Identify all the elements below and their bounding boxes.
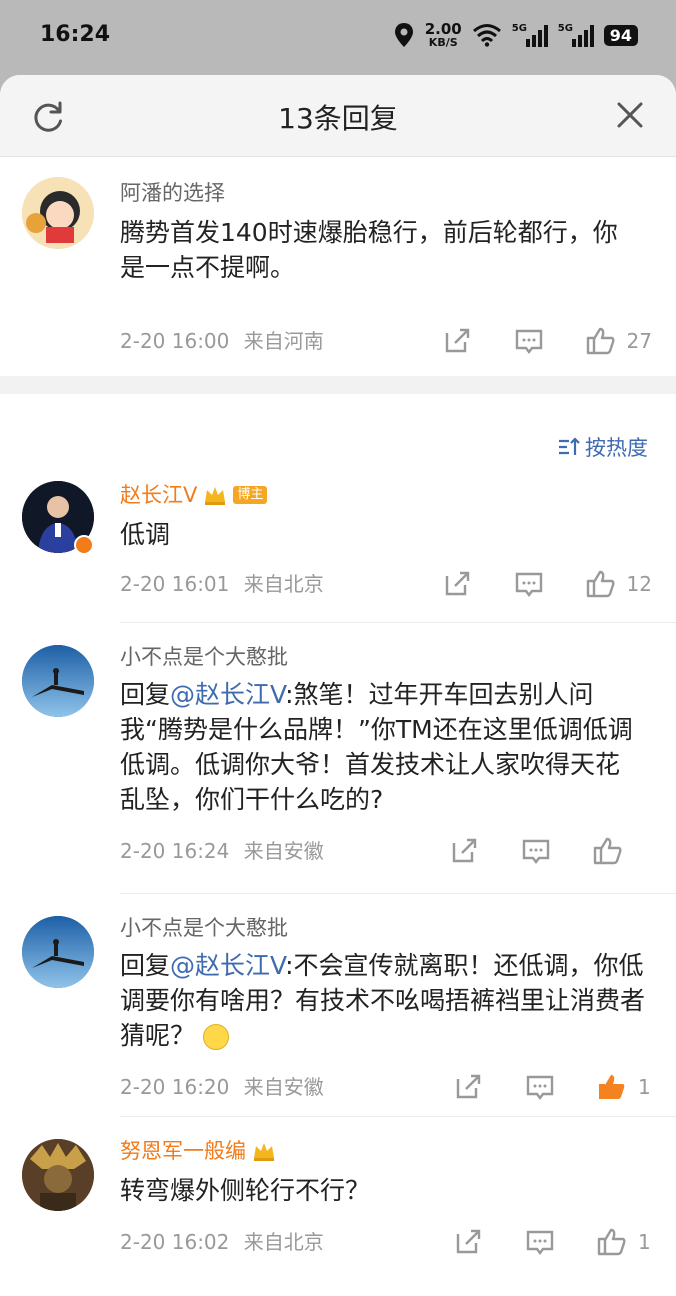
comment-actions: 27 <box>441 321 652 361</box>
reply-text: 低调 <box>120 520 171 549</box>
verified-badge <box>74 535 94 555</box>
avatar[interactable] <box>22 177 94 249</box>
like-count: 27 <box>626 329 652 353</box>
crown-icon <box>205 487 226 505</box>
reply-location: 来自北京 <box>243 1230 324 1254</box>
section-divider <box>0 376 676 394</box>
comment-icon[interactable] <box>513 325 545 357</box>
comment-icon[interactable] <box>513 568 545 600</box>
comment-username[interactable]: 阿潘的选择 <box>120 177 652 209</box>
blogger-badge: 博主 <box>233 486 268 504</box>
sort-icon <box>559 437 580 455</box>
reply-location: 来自安徽 <box>243 839 324 863</box>
avatar[interactable] <box>22 645 94 717</box>
like-icon-liked[interactable] <box>596 1071 628 1103</box>
comment-text: 腾势首发140时速爆胎稳行，前后轮都行，你是一点不提啊。 <box>120 218 618 282</box>
reply-location: 来自北京 <box>243 572 324 596</box>
reply-time: 2-20 16:24 <box>120 839 230 863</box>
sheet-header: 13条回复 <box>0 75 676 157</box>
signal-icon-2: 5G <box>558 23 594 47</box>
reply-actions <box>448 831 648 871</box>
reply-actions: 1 <box>452 1067 652 1107</box>
status-bar: 16:24 2.00 KB/S 5G 5G 94 <box>0 0 676 75</box>
reply-item: 努恩军一般编 转弯爆外侧轮行不行？ 2-20 16:02 来自北京 1 <box>0 1117 676 1267</box>
like-icon[interactable] <box>585 325 617 357</box>
mention-link[interactable]: @赵长江V <box>170 680 285 709</box>
avatar[interactable] <box>22 1139 94 1211</box>
reply-text: 回复@赵长江V:煞笔！过年开车回去别人问我“腾势是什么品牌！”你TM还在这里低调… <box>120 680 633 814</box>
like-count: 1 <box>638 1075 651 1099</box>
reply-text: 回复@赵长江V:不会宣传就离职！还低调，你低调要你有啥用？有技术不吆喝捂裤裆里让… <box>120 951 646 1050</box>
comment-location: 来自河南 <box>243 329 324 353</box>
reply-meta: 2-20 16:01 来自北京 12 <box>120 564 652 604</box>
reply-actions: 1 <box>452 1222 652 1262</box>
reply-time: 2-20 16:01 <box>120 572 230 596</box>
comment-time: 2-20 16:00 <box>120 329 230 353</box>
reply-item: 小不点是个大憨批 回复@赵长江V:煞笔！过年开车回去别人问我“腾势是什么品牌！”… <box>0 623 676 893</box>
comment-icon[interactable] <box>524 1071 556 1103</box>
reply-text: 转弯爆外侧轮行不行？ <box>120 1176 371 1205</box>
reply-time: 2-20 16:20 <box>120 1075 230 1099</box>
avatar[interactable] <box>22 916 94 988</box>
comment-icon[interactable] <box>524 1226 556 1258</box>
sort-bar: 按热度 <box>0 394 676 479</box>
like-icon[interactable] <box>596 1226 628 1258</box>
share-icon[interactable] <box>441 568 473 600</box>
share-icon[interactable] <box>452 1071 484 1103</box>
like-count: 12 <box>626 572 652 596</box>
close-icon[interactable] <box>614 99 646 131</box>
comment-meta: 2-20 16:00 来自河南 27 <box>120 321 652 361</box>
like-icon[interactable] <box>592 835 624 867</box>
status-time: 16:24 <box>40 22 111 47</box>
reply-username[interactable]: 赵长江V 博主 <box>120 479 652 511</box>
reply-meta: 2-20 16:20 来自安徽 1 <box>120 1067 652 1107</box>
reply-username[interactable]: 努恩军一般编 <box>120 1135 652 1167</box>
reply-item: 赵长江V 博主 低调 2-20 16:01 来自北京 12 <box>0 479 676 622</box>
reply-time: 2-20 16:02 <box>120 1230 230 1254</box>
status-icons: 2.00 KB/S 5G 5G 94 <box>393 22 638 48</box>
location-icon <box>394 23 413 47</box>
reply-username[interactable]: 小不点是个大憨批 <box>120 912 652 944</box>
share-icon[interactable] <box>452 1226 484 1258</box>
reply-meta: 2-20 16:02 来自北京 1 <box>120 1222 652 1262</box>
replies-sheet: 13条回复 阿潘的选择 腾势首发140时速爆胎稳行，前后轮都行，你是一点不提啊。… <box>0 75 676 1296</box>
network-speed: 2.00 KB/S <box>424 20 462 49</box>
battery-indicator: 94 <box>603 24 638 46</box>
reply-item: 小不点是个大憨批 回复@赵长江V:不会宣传就离职！还低调，你低调要你有啥用？有技… <box>0 894 676 1116</box>
like-count: 1 <box>638 1230 651 1254</box>
reply-username[interactable]: 小不点是个大憨批 <box>120 641 652 673</box>
sheet-title: 13条回复 <box>278 102 398 135</box>
smile-emoji <box>202 1024 229 1050</box>
reply-actions: 12 <box>441 564 652 604</box>
share-icon[interactable] <box>441 325 473 357</box>
reply-meta: 2-20 16:24 来自安徽 <box>120 831 652 871</box>
comment-icon[interactable] <box>520 835 552 867</box>
crown-icon <box>254 1143 274 1161</box>
reply-location: 来自安徽 <box>243 1075 324 1099</box>
signal-icon-1: 5G <box>512 23 548 47</box>
wifi-icon <box>472 24 501 47</box>
like-icon[interactable] <box>585 568 617 600</box>
share-icon[interactable] <box>448 835 480 867</box>
sort-button[interactable]: 按热度 <box>557 432 648 462</box>
mention-link[interactable]: @赵长江V <box>170 951 285 980</box>
original-comment: 阿潘的选择 腾势首发140时速爆胎稳行，前后轮都行，你是一点不提啊。 2-20 … <box>0 157 676 376</box>
sort-label: 按热度 <box>585 436 648 460</box>
